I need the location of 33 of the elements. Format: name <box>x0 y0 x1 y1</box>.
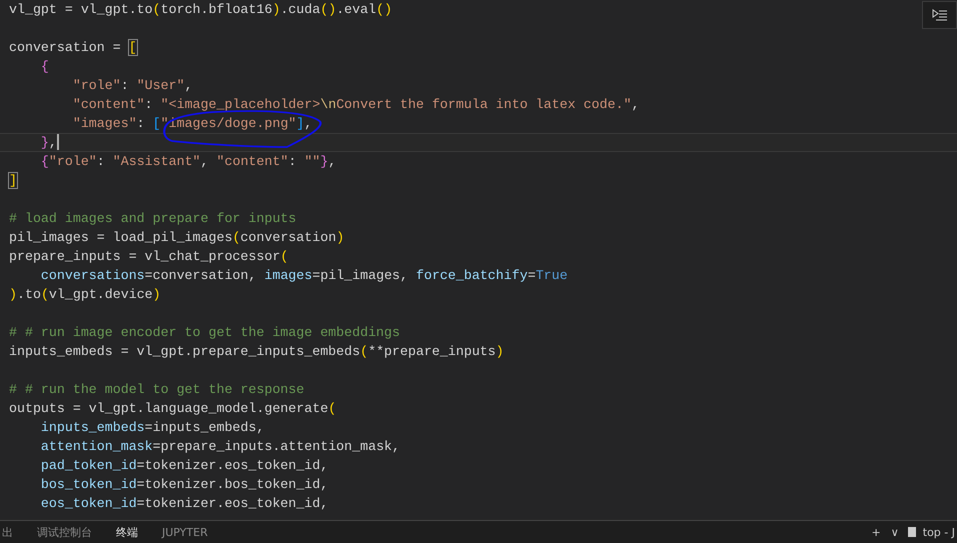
code-line: conversation = [ <box>9 39 137 57</box>
list-icon <box>932 8 948 22</box>
code-line: ] <box>9 172 17 190</box>
code-line: # # run the model to get the response <box>9 381 304 399</box>
code-line: # # run image encoder to get the image embeddings <box>9 324 400 342</box>
terminal-icon <box>906 526 917 538</box>
code-line: inputs_embeds = vl_gpt.prepare_inputs_embeds(**prepare_inputs) <box>9 343 504 361</box>
outline-toggle-button[interactable] <box>922 1 957 29</box>
code-line: { <box>40 58 49 76</box>
code-line: conversations=conversation, images=pil_images, force_batchify=True <box>40 267 568 285</box>
code-line: # load images and prepare for inputs <box>9 210 296 228</box>
code-line: outputs = vl_gpt.language_model.generate( <box>9 400 336 418</box>
code-line: inputs_embeds=inputs_embeds, <box>40 419 264 437</box>
code-line: attention_mask=prepare_inputs.attention_mask, <box>40 438 400 456</box>
code-line: {"role": "Assistant", "content": ""}, <box>40 153 336 171</box>
code-line: "role": "User", <box>72 77 193 95</box>
code-line: pad_token_id=tokenizer.eos_token_id, <box>40 457 328 475</box>
terminal-name[interactable]: top - J <box>922 526 955 538</box>
code-line: prepare_inputs = vl_chat_processor( <box>9 248 288 266</box>
panel-tab[interactable]: 调试控制台 <box>35 524 94 540</box>
code-line: }, <box>40 134 59 151</box>
code-line: vl_gpt = vl_gpt.to(torch.bfloat16).cuda().eval() <box>9 1 392 19</box>
code-line: pil_images = load_pil_images(conversation) <box>9 229 344 247</box>
panel-action-button[interactable]: + <box>869 526 883 538</box>
code-line: ).to(vl_gpt.device) <box>9 286 161 304</box>
panel-tab[interactable]: 终端 <box>114 524 140 540</box>
code-line: "content": "<image_placeholder>\nConvert the formula into latex code.", <box>72 96 640 114</box>
panel-action-button[interactable]: ∨ <box>888 526 901 538</box>
panel-tab[interactable]: JUPYTER <box>160 524 210 540</box>
text-cursor <box>56 134 59 150</box>
panel-tab[interactable]: 出 <box>0 524 15 540</box>
code-line: bos_token_id=tokenizer.bos_token_id, <box>40 476 328 494</box>
code-line: eos_token_id=tokenizer.eos_token_id, <box>40 495 328 513</box>
